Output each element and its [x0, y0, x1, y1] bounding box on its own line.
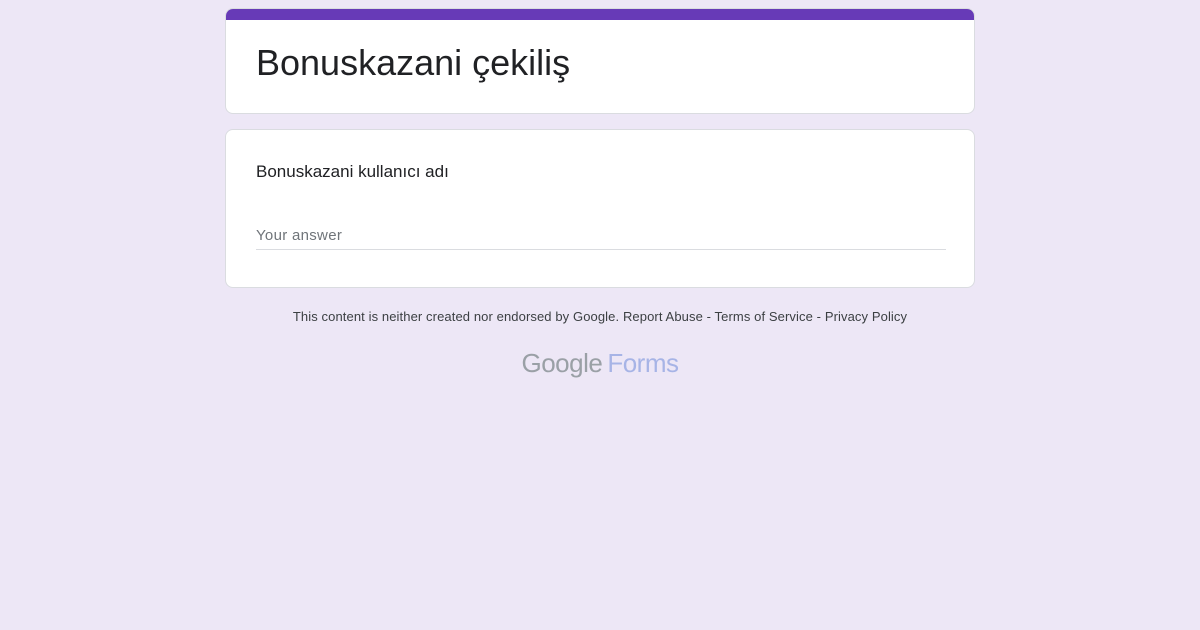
answer-input[interactable] — [256, 222, 946, 250]
form-title: Bonuskazani çekiliş — [256, 42, 571, 83]
disclaimer-text: This content is neither created nor endo… — [292, 309, 620, 324]
footer-disclaimer: This content is neither created nor endo… — [225, 309, 975, 324]
question-card: Bonuskazani kullanıcı adı — [225, 129, 975, 288]
forms-wordmark: Forms — [607, 348, 679, 378]
privacy-policy-link[interactable]: Privacy Policy — [825, 309, 907, 324]
terms-of-service-link[interactable]: Terms of Service — [715, 309, 813, 324]
question-label: Bonuskazani kullanıcı adı — [256, 162, 449, 181]
google-wordmark: Google — [521, 348, 603, 378]
google-forms-logo[interactable]: Google Forms — [225, 348, 975, 379]
report-abuse-link[interactable]: Report Abuse — [623, 309, 703, 324]
footer-separator: - — [812, 309, 825, 324]
footer-separator: - — [702, 309, 715, 324]
form-header-card: Bonuskazani çekiliş — [225, 8, 975, 114]
form-container: Bonuskazani çekiliş Bonuskazani kullanıc… — [225, 8, 975, 379]
header-accent-bar — [226, 9, 974, 20]
